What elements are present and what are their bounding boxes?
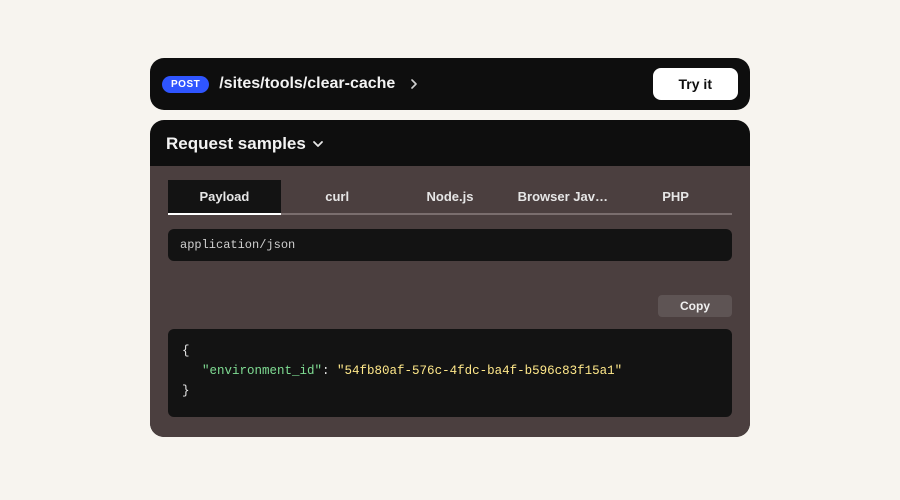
tab-nodejs[interactable]: Node.js (394, 180, 507, 215)
json-value: "54fb80af-576c-4fdc-ba4f-b596c83f15a1" (337, 364, 622, 378)
tab-curl[interactable]: curl (281, 180, 394, 215)
json-open-brace: { (182, 344, 190, 358)
request-samples-header[interactable]: Request samples (150, 120, 750, 166)
payload-code-block: { "environment_id": "54fb80af-576c-4fdc-… (168, 329, 732, 417)
http-method-badge: POST (162, 76, 209, 93)
try-it-button[interactable]: Try it (653, 68, 738, 100)
copy-row: Copy (168, 295, 732, 317)
request-samples-panel: Request samples Payload curl Node.js Bro… (150, 120, 750, 437)
endpoint-path: /sites/tools/clear-cache (219, 75, 395, 93)
request-samples-title: Request samples (166, 134, 306, 154)
json-colon: : (322, 364, 337, 378)
chevron-right-icon[interactable] (407, 77, 421, 91)
json-key: "environment_id" (202, 364, 322, 378)
chevron-down-icon (312, 137, 326, 151)
content-type-select[interactable]: application/json (168, 229, 732, 261)
copy-button[interactable]: Copy (658, 295, 732, 317)
tab-payload[interactable]: Payload (168, 180, 281, 215)
api-endpoint-card: POST /sites/tools/clear-cache Try it Req… (150, 58, 750, 437)
tab-php[interactable]: PHP (619, 180, 732, 215)
endpoint-header: POST /sites/tools/clear-cache Try it (150, 58, 750, 110)
json-close-brace: } (182, 384, 190, 398)
request-samples-body: Payload curl Node.js Browser Jav… PHP ap… (150, 166, 750, 437)
language-tabs: Payload curl Node.js Browser Jav… PHP (168, 180, 732, 215)
tab-browser-js[interactable]: Browser Jav… (506, 180, 619, 215)
